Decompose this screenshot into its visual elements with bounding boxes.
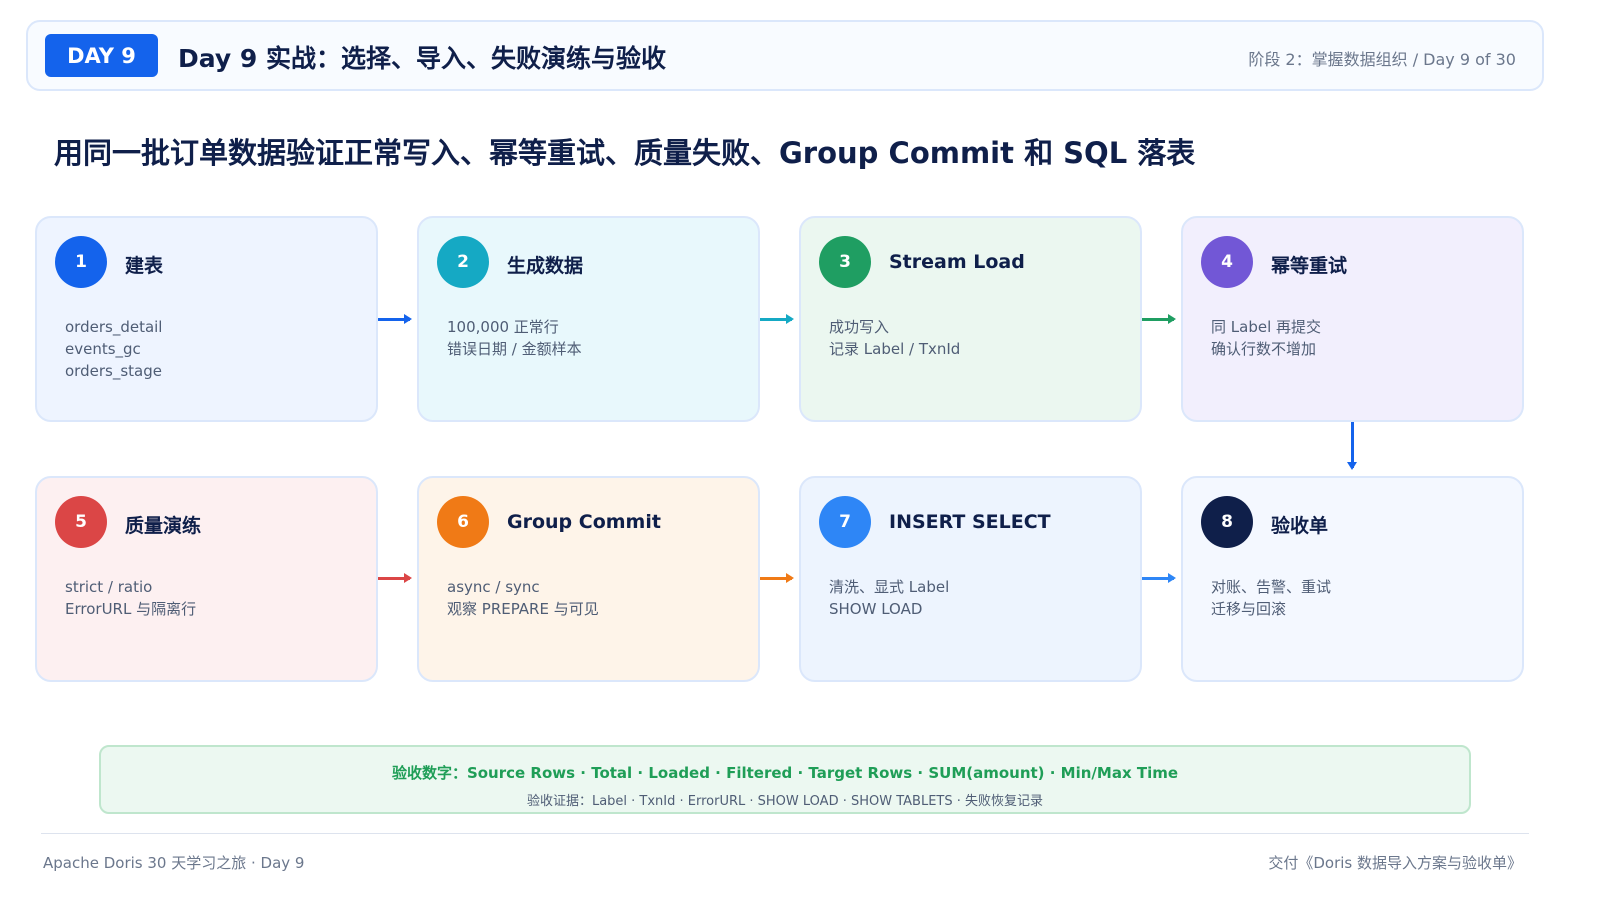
step-detail: async / sync [447,578,540,596]
acceptance-evidence: 验收证据：Label · TxnId · ErrorURL · SHOW LOA… [526,794,1044,809]
step-detail: 对账、告警、重试 [1211,578,1332,596]
day-badge: DAY 9 [45,34,158,77]
step-title: 幂等重试 [1271,255,1348,277]
step-detail: orders_stage [65,362,162,380]
step-card-8: 8 验收单 对账、告警、重试 迁移与回滚 [1181,476,1524,682]
step-detail: ErrorURL 与隔离行 [65,600,197,618]
step-detail: 观察 PREPARE 与可见 [447,600,599,618]
step-detail: 成功写入 [829,318,890,336]
step-title: Stream Load [889,251,1025,273]
step-card-6: 6 Group Commit async / sync 观察 PREPARE 与… [417,476,760,682]
step-card-4: 4 幂等重试 同 Label 再提交 确认行数不增加 [1181,216,1524,422]
step-card-1: 1 建表 orders_detail events_gc orders_stag… [35,216,378,422]
step-detail: 迁移与回滚 [1211,600,1287,618]
footer-course: Apache Doris 30 天学习之旅 · Day 9 [43,854,305,872]
step-number: 1 [55,236,107,288]
step-title: Group Commit [507,511,661,533]
step-detail: 记录 Label / TxnId [829,340,961,358]
flow-arrow [1142,314,1176,324]
step-number: 5 [55,496,107,548]
footer-divider [41,833,1529,834]
step-title: 验收单 [1271,515,1329,537]
flow-arrow [760,314,794,324]
flow-arrow [1142,573,1176,583]
header-bar: DAY 9 Day 9 实战：选择、导入、失败演练与验收 阶段 2：掌握数据组织… [26,20,1544,91]
step-title: 生成数据 [507,255,584,277]
acceptance-panel: 验收数字：Source Rows · Total · Loaded · Filt… [99,745,1471,814]
progress-meta: 阶段 2：掌握数据组织 / Day 9 of 30 [1248,50,1516,69]
step-number: 4 [1201,236,1253,288]
acceptance-metrics: 验收数字：Source Rows · Total · Loaded · Filt… [391,764,1179,782]
step-detail: orders_detail [65,318,163,336]
step-detail: 错误日期 / 金额样本 [447,340,582,358]
step-card-2: 2 生成数据 100,000 正常行 错误日期 / 金额样本 [417,216,760,422]
step-detail: SHOW LOAD [829,600,923,618]
page-title: Day 9 实战：选择、导入、失败演练与验收 [178,44,666,73]
step-detail: 确认行数不增加 [1211,340,1317,358]
step-number: 7 [819,496,871,548]
step-detail: events_gc [65,340,141,358]
flow-arrow [378,573,412,583]
step-detail: 100,000 正常行 [447,318,559,336]
step-number: 2 [437,236,489,288]
step-detail: 同 Label 再提交 [1211,318,1322,336]
step-number: 8 [1201,496,1253,548]
flow-arrow [378,314,412,324]
page-subtitle: 用同一批订单数据验证正常写入、幂等重试、质量失败、Group Commit 和 … [54,136,1196,170]
flow-arrow [760,573,794,583]
step-title: INSERT SELECT [889,511,1051,533]
footer-deliverable: 交付《Doris 数据导入方案与验收单》 [1268,854,1522,872]
step-number: 3 [819,236,871,288]
step-card-3: 3 Stream Load 成功写入 记录 Label / TxnId [799,216,1142,422]
step-card-7: 7 INSERT SELECT 清洗、显式 Label SHOW LOAD [799,476,1142,682]
flow-arrow-down [1347,422,1357,470]
step-title: 质量演练 [125,515,202,537]
step-card-5: 5 质量演练 strict / ratio ErrorURL 与隔离行 [35,476,378,682]
step-detail: strict / ratio [65,578,153,596]
step-title: 建表 [125,255,164,277]
step-detail: 清洗、显式 Label [829,578,950,596]
step-number: 6 [437,496,489,548]
